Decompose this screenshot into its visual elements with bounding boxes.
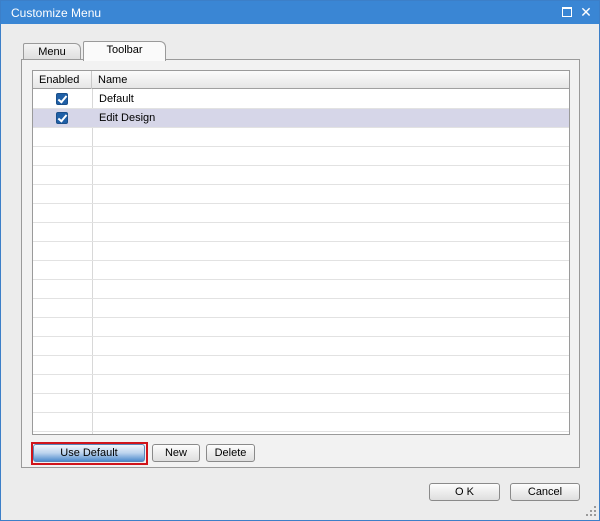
- empty-row: [33, 128, 569, 147]
- row-name: Default: [99, 93, 134, 105]
- empty-row: [33, 185, 569, 204]
- empty-row: [33, 375, 569, 394]
- column-header-enabled[interactable]: Enabled: [33, 71, 92, 89]
- empty-row: [33, 242, 569, 261]
- close-icon[interactable]: ✕: [578, 4, 594, 20]
- customize-menu-dialog: Customize Menu ✕ Menu Toolbar Enabled Na…: [0, 0, 600, 521]
- toolbar-tab-panel: Enabled Name Default Edit Design Use Defa…: [21, 59, 580, 468]
- empty-row: [33, 280, 569, 299]
- empty-row: [33, 261, 569, 280]
- empty-row: [33, 318, 569, 337]
- maximize-icon[interactable]: [559, 4, 575, 20]
- empty-row: [33, 147, 569, 166]
- empty-row: [33, 166, 569, 185]
- toolbar-grid[interactable]: Enabled Name Default Edit Design: [32, 70, 570, 435]
- column-header-name[interactable]: Name: [92, 71, 569, 89]
- empty-row: [33, 223, 569, 242]
- empty-row: [33, 413, 569, 432]
- title-bar[interactable]: Customize Menu ✕: [1, 1, 599, 24]
- grid-header: Enabled Name: [33, 71, 569, 89]
- empty-row: [33, 356, 569, 375]
- resize-grip-icon[interactable]: [586, 506, 596, 516]
- use-default-button[interactable]: Use Default: [33, 444, 145, 462]
- enabled-checkbox[interactable]: [56, 93, 68, 105]
- delete-button[interactable]: Delete: [206, 444, 255, 462]
- tab-toolbar[interactable]: Toolbar: [83, 41, 166, 61]
- window-title: Customize Menu: [11, 6, 102, 20]
- ok-button[interactable]: O K: [429, 483, 500, 501]
- table-row[interactable]: Edit Design: [33, 109, 569, 128]
- row-name: Edit Design: [99, 112, 156, 124]
- empty-row: [33, 394, 569, 413]
- empty-row: [33, 204, 569, 223]
- empty-row: [33, 299, 569, 318]
- new-button[interactable]: New: [152, 444, 200, 462]
- empty-row: [33, 337, 569, 356]
- cancel-button[interactable]: Cancel: [510, 483, 580, 501]
- enabled-checkbox[interactable]: [56, 112, 68, 124]
- table-row[interactable]: Default: [33, 90, 569, 109]
